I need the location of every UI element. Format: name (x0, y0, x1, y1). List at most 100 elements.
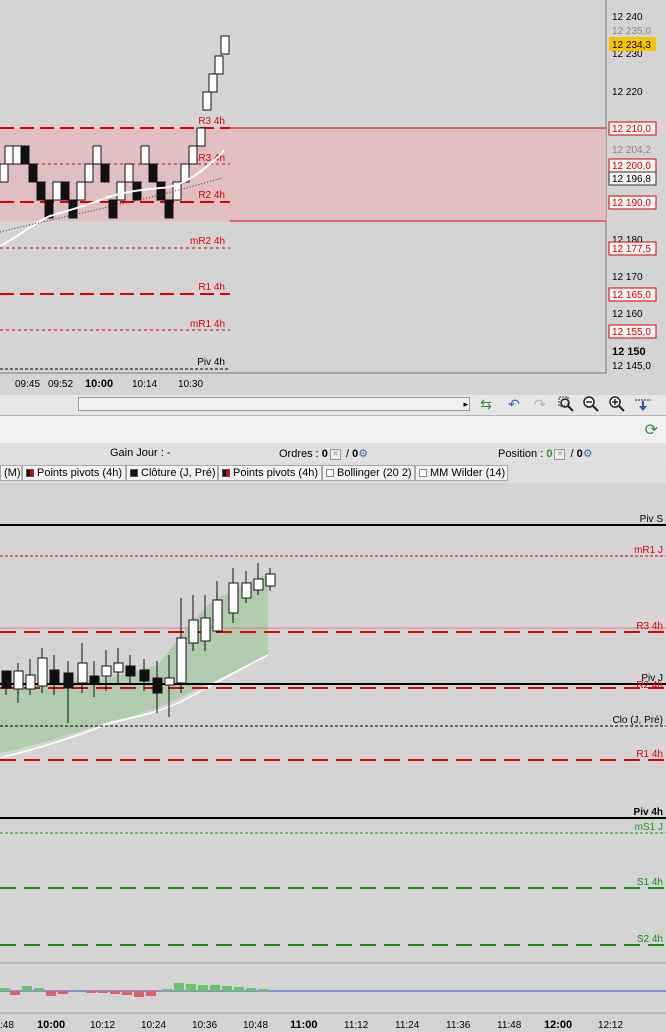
orders-info: Ordres : 0 ✕ / 0⚙ (279, 448, 369, 460)
wilder-swatch-icon (419, 469, 427, 477)
svg-text:12:12: 12:12 (598, 1020, 623, 1031)
label-ms1-j: mS1 J (635, 822, 663, 833)
undo-icon[interactable]: ↶ (505, 395, 523, 413)
svg-text:11:12: 11:12 (344, 1020, 369, 1031)
svg-text:11:36: 11:36 (446, 1020, 471, 1031)
renko-brick (140, 145, 150, 165)
bollinger-swatch-icon (326, 469, 334, 477)
svg-text:12 240: 12 240 (612, 12, 643, 23)
tag-r1: 12 165,0 (612, 290, 651, 301)
gain-jour: Gain Jour : - (110, 447, 171, 459)
zoom-select-icon[interactable] (557, 395, 575, 413)
tag-r2: 12 190,0 (612, 198, 651, 209)
renko-brick (214, 55, 224, 75)
legend-item-cloture[interactable]: Clôture (J, Pré) (126, 465, 218, 481)
top-price-chart[interactable]: R3 4h mR3 4h R2 4h mR2 4h R1 4h mR1 4h P… (0, 0, 666, 395)
candle-body (164, 677, 175, 686)
svg-text:12 160: 12 160 (612, 309, 643, 320)
renko-brick (124, 163, 134, 183)
candle-body (265, 573, 276, 587)
cancel-orders-icon[interactable]: ✕ (329, 448, 341, 460)
pivots-swatch-icon (222, 469, 230, 477)
scroll-right-arrow-icon[interactable]: ▸ (463, 398, 468, 410)
svg-text:11:00: 11:00 (290, 1019, 318, 1031)
candle-body (228, 582, 239, 614)
orders-settings-gear-icon[interactable]: ⚙ (358, 448, 368, 460)
svg-text:10:12: 10:12 (90, 1020, 115, 1031)
histogram-bar (234, 987, 244, 991)
candle-body (212, 599, 223, 632)
svg-text::48: :48 (0, 1020, 14, 1031)
svg-text:10:36: 10:36 (192, 1020, 217, 1031)
svg-text:12 170: 12 170 (612, 272, 643, 283)
svg-text:12 220: 12 220 (612, 87, 643, 98)
position-settings-gear-icon[interactable]: ⚙ (583, 448, 593, 460)
candle-body (37, 657, 48, 687)
redo-icon[interactable]: ↷ (531, 395, 549, 413)
renko-brick (196, 127, 206, 147)
refresh-icon[interactable]: ⟳ (645, 420, 658, 440)
candle-body (152, 677, 163, 694)
pivots-swatch-icon (26, 469, 34, 477)
label-r3-4h: R3 4h (636, 621, 663, 632)
renko-brick (0, 163, 9, 183)
tag-r3-gray: 12 204,2 (612, 145, 651, 156)
label-piv-4h: Piv 4h (634, 807, 663, 818)
svg-text:12 234,3: 12 234,3 (612, 40, 651, 51)
label-r1-4h: R1 4h (636, 749, 663, 760)
zoom-in-icon[interactable] (608, 395, 626, 413)
bottom-price-chart[interactable]: Piv S mR1 J R3 4h Piv J R2 4h Clo (J, Pr… (0, 483, 666, 1032)
renko-brick (100, 163, 110, 183)
svg-text:10:24: 10:24 (141, 1020, 166, 1031)
tag-mr2: 12 177,5 (612, 244, 651, 255)
histogram-bar (210, 985, 220, 991)
histogram-bar (222, 986, 232, 991)
histogram-bar (174, 983, 184, 991)
scroll-to-end-icon[interactable] (634, 395, 652, 413)
candle-body (25, 674, 36, 690)
candle-body (188, 619, 199, 644)
candle-body (1, 670, 12, 689)
renko-brick (92, 145, 102, 165)
legend-item-m[interactable]: (M) (0, 465, 22, 481)
histogram-bar (22, 986, 32, 991)
histogram-bar (86, 991, 96, 993)
renko-brick (116, 181, 126, 201)
label-piv: Piv 4h (197, 357, 225, 368)
renko-brick (108, 199, 118, 219)
legend-item-pivots-2[interactable]: Points pivots (4h) (218, 465, 322, 481)
histogram-bar (122, 991, 132, 995)
horizontal-scrollbar[interactable]: ▸ (78, 397, 470, 411)
candle-body (200, 617, 211, 642)
legend-item-pivots-1[interactable]: Points pivots (4h) (22, 465, 126, 481)
histogram-bar (34, 988, 44, 991)
sync-icon[interactable]: ⇆ (477, 395, 495, 413)
svg-text:12 145,0: 12 145,0 (612, 361, 651, 372)
svg-text:10:00: 10:00 (85, 378, 113, 390)
legend-item-bollinger[interactable]: Bollinger (20 2) (322, 465, 415, 481)
svg-text:11:24: 11:24 (395, 1020, 420, 1031)
histogram-bar (98, 991, 108, 993)
label-r2-4h: R2 4h (636, 680, 663, 691)
renko-brick (4, 145, 14, 165)
histogram-bar (0, 988, 10, 991)
renko-brick (60, 181, 70, 201)
candle-body (13, 670, 24, 690)
svg-text:10:30: 10:30 (178, 379, 203, 390)
candle-body (63, 672, 74, 689)
label-s2-4h: S2 4h (637, 934, 663, 945)
label-r2: R2 4h (198, 190, 225, 201)
legend-item-mm-wilder[interactable]: MM Wilder (14) (415, 465, 508, 481)
histogram-bar (110, 991, 120, 994)
tag-last-gray: 12 235,0 (612, 26, 651, 37)
cloture-swatch-icon (130, 469, 138, 477)
renko-brick (148, 163, 158, 183)
label-r3: R3 4h (198, 116, 225, 127)
renko-brick (84, 163, 94, 183)
candle-body (49, 669, 60, 684)
close-position-icon[interactable]: ✕ (554, 448, 566, 460)
zoom-out-icon[interactable] (582, 395, 600, 413)
renko-brick (36, 181, 46, 201)
svg-text:12:00: 12:00 (544, 1019, 572, 1031)
renko-brick (220, 35, 230, 55)
